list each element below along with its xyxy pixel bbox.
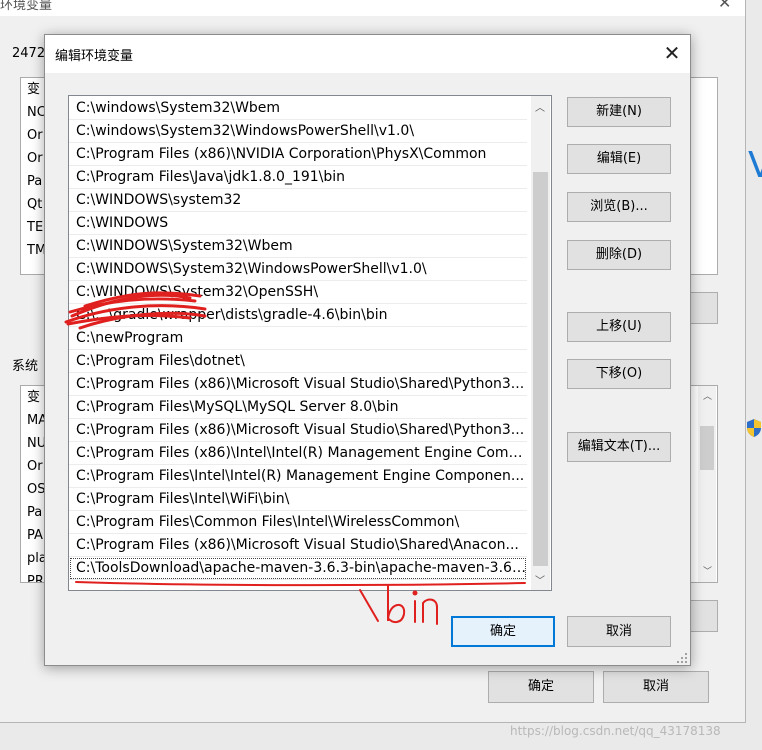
edit-text-button[interactable]: 编辑文本(T)... [567, 432, 671, 462]
scrollbar-thumb[interactable] [533, 172, 548, 566]
bg-close-icon[interactable]: ✕ [718, 0, 731, 12]
path-list[interactable]: C:\windows\System32\Wbem C:\windows\Syste… [68, 95, 552, 591]
uac-shield-icon [747, 419, 761, 437]
scroll-up-icon[interactable]: ︿ [703, 389, 712, 402]
path-list-item[interactable]: C:\newProgram [69, 327, 527, 350]
scroll-down-icon[interactable]: ﹀ [703, 564, 712, 577]
path-list-item[interactable]: C:\Program Files\Intel\WiFi\bin\ [69, 488, 527, 511]
edit-button[interactable]: 编辑(E) [567, 144, 671, 174]
path-list-item[interactable]: C:\Program Files\Java\jdk1.8.0_191\bin [69, 166, 527, 189]
bg-cancel-button[interactable]: 取消 [603, 671, 709, 703]
path-list-item[interactable]: C:\Program Files\Common Files\Intel\Wire… [69, 511, 527, 534]
edit-environment-variable-dialog: 编辑环境变量 ✕ C:\windows\System32\Wbem C:\wind… [44, 34, 691, 666]
dialog-title-bar: 编辑环境变量 ✕ [45, 35, 690, 73]
path-list-item[interactable]: C:\WINDOWS\System32\WindowsPowerShell\v1… [69, 258, 527, 281]
move-down-button[interactable]: 下移(O) [567, 359, 671, 389]
path-list-item[interactable]: C:\ToolsDownload\apache-maven-3.6.3-bin\… [69, 557, 527, 580]
user-delete-button-partial[interactable] [688, 292, 718, 324]
delete-button[interactable]: 删除(D) [567, 240, 671, 270]
path-list-item[interactable]: C:\Program Files (x86)\NVIDIA Corporatio… [69, 143, 527, 166]
close-icon[interactable]: ✕ [659, 40, 685, 66]
cancel-button[interactable]: 取消 [567, 616, 671, 647]
bg-ok-button[interactable]: 确定 [488, 671, 594, 703]
path-list-item[interactable]: C:\Program Files (x86)\Microsoft Visual … [69, 534, 527, 557]
path-list-item[interactable]: C:\Program Files\MySQL\MySQL Server 8.0\… [69, 396, 527, 419]
watermark-text: https://blog.csdn.net/qq_43178138 [510, 724, 721, 738]
system-list-scrollbar[interactable]: ︿ ﹀ [698, 386, 716, 582]
dialog-title: 编辑环境变量 [55, 49, 134, 64]
path-list-item[interactable]: C:\WINDOWS\system32 [69, 189, 527, 212]
path-list-item[interactable]: C:\windows\System32\WindowsPowerShell\v1… [69, 120, 527, 143]
bg-title-bar: 环境变量 ✕ [0, 0, 745, 16]
system-delete-button-partial[interactable] [688, 600, 718, 632]
path-list-item[interactable]: C:\...\gradle\wrapper\dists\gradle-4.6\b… [69, 304, 527, 327]
path-list-item[interactable]: C:\WINDOWS\System32\Wbem [69, 235, 527, 258]
background-app-fragment: V [748, 145, 762, 186]
move-up-button[interactable]: 上移(U) [567, 312, 671, 342]
path-list-item[interactable]: C:\WINDOWS\System32\OpenSSH\ [69, 281, 527, 304]
browse-button[interactable]: 浏览(B)... [567, 192, 671, 222]
system-variables-label: 系统 [12, 359, 39, 374]
bg-window-title: 环境变量 [0, 0, 53, 13]
new-button[interactable]: 新建(N) [567, 97, 671, 127]
path-list-item[interactable]: C:\Program Files (x86)\Microsoft Visual … [69, 373, 527, 396]
path-list-item[interactable]: C:\windows\System32\Wbem [69, 97, 527, 120]
path-list-item[interactable]: C:\Program Files\dotnet\ [69, 350, 527, 373]
scrollbar-thumb[interactable] [700, 426, 714, 470]
path-list-item[interactable]: C:\Program Files (x86)\Intel\Intel(R) Ma… [69, 442, 527, 465]
path-list-item[interactable]: C:\Program Files\Intel\Intel(R) Manageme… [69, 465, 527, 488]
scroll-down-icon[interactable]: ﹀ [535, 572, 545, 587]
path-list-item[interactable]: C:\Program Files (x86)\Microsoft Visual … [69, 419, 527, 442]
scroll-up-icon[interactable]: ︿ [535, 99, 545, 114]
path-list-item[interactable]: C:\WINDOWS [69, 212, 527, 235]
user-variables-label: 2472 [12, 46, 46, 61]
ok-button[interactable]: 确定 [451, 616, 555, 647]
path-list-scrollbar[interactable]: ︿ ﹀ [531, 96, 550, 590]
resize-grip-icon[interactable] [677, 653, 687, 663]
